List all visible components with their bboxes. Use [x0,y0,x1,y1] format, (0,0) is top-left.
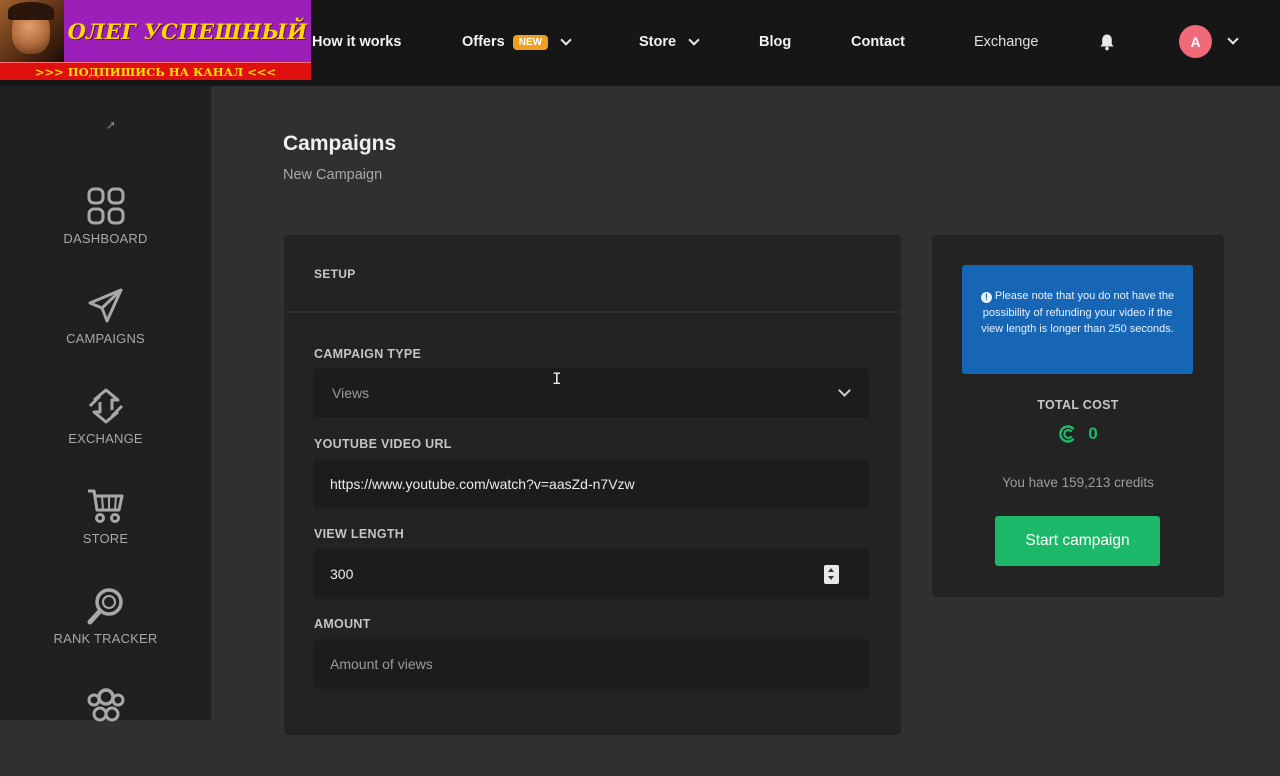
amount-placeholder: Amount of views [330,656,433,672]
chevron-down-icon [838,384,851,397]
sidebar-item-label: DASHBOARD [63,231,148,246]
sidebar-item-label: STORE [82,531,129,546]
paper-plane-icon [88,288,122,323]
amount-input[interactable]: Amount of views [314,639,869,689]
users-icon [87,688,124,722]
sidebar-item-dashboard[interactable]: DASHBOARD [0,186,211,276]
refund-notice: ! Please note that you do not have the po… [962,265,1193,374]
banner-subtitle: >>> ПОДПИШИСЬ НА КАНАЛ <<< [0,62,311,80]
setup-title: SETUP [314,267,356,281]
total-cost-label: TOTAL COST [1037,398,1119,412]
sidebar-item-rank-tracker[interactable]: RANK TRACKER [0,586,211,676]
exchange-icon [88,388,123,424]
avatar[interactable]: A [1179,25,1212,58]
sidebar-item-label: CAMPAIGNS [66,331,145,346]
setup-panel: SETUP CAMPAIGN TYPE Views YOUTUBE VIDEO … [284,235,901,735]
video-url-input[interactable]: https://www.youtube.com/watch?v=aasZd-n7… [314,459,869,509]
nav-contact-label: Contact [851,34,905,50]
sidebar-item-campaigns[interactable]: CAMPAIGNS [0,286,211,376]
refund-notice-text: Please note that you do not have the pos… [981,290,1175,335]
nav-exchange-label: Exchange [974,34,1039,50]
total-cost: 0 [932,424,1224,444]
total-cost-value: 0 [1088,424,1098,443]
view-length-input[interactable]: 300 [314,549,869,599]
pin-icon[interactable]: ➚ [106,118,116,132]
view-length-value: 300 [330,566,354,582]
nav-offers[interactable]: Offers NEW [462,32,572,52]
campaign-type-value: Views [332,385,370,401]
campaign-type-select[interactable]: Views [314,368,869,418]
cost-card: ! Please note that you do not have the po… [932,235,1224,597]
nav-exchange[interactable]: Exchange [974,32,1039,52]
sidebar-item-label: RANK TRACKER [53,631,158,646]
page-subtitle: New Campaign [283,167,383,183]
sidebar-item-partial[interactable] [0,686,211,776]
magnifier-icon [87,588,123,625]
text-cursor-icon: I [552,369,562,388]
amount-label: AMOUNT [314,617,371,631]
page-title: Campaigns [283,132,397,155]
nav-offers-label: Offers [462,34,505,50]
dashboard-icon [87,187,124,225]
credits-icon [1059,425,1075,443]
cart-icon [87,489,123,523]
top-navbar: ОЛЕГ УСПЕШНЫЙ >>> ПОДПИШИСЬ НА КАНАЛ <<<… [0,0,1280,86]
credits-balance: You have 159,213 credits [1002,475,1154,490]
nav-store[interactable]: Store [639,32,700,52]
info-icon: ! [980,292,992,303]
nav-how-it-works[interactable]: How it works [312,32,401,52]
nav-store-label: Store [639,34,677,50]
bell-icon[interactable] [1099,33,1115,51]
presenter-photo [0,0,64,62]
channel-banner: ОЛЕГ УСПЕШНЫЙ >>> ПОДПИШИСЬ НА КАНАЛ <<< [0,0,311,80]
view-length-label: VIEW LENGTH [314,527,405,541]
sidebar-item-exchange[interactable]: EXCHANGE [0,386,211,476]
nav-blog-label: Blog [759,34,792,50]
chevron-down-icon [560,34,572,46]
nav-blog[interactable]: Blog [759,32,791,52]
nav-contact[interactable]: Contact [851,32,905,52]
sidebar-item-label: EXCHANGE [68,431,143,446]
campaign-type-label: CAMPAIGN TYPE [314,347,422,361]
video-url-value: https://www.youtube.com/watch?v=aasZd-n7… [330,476,635,492]
sidebar-item-store[interactable]: STORE [0,486,211,576]
new-badge: NEW [512,34,549,50]
banner-title: ОЛЕГ УСПЕШНЫЙ [67,18,308,44]
start-campaign-button[interactable]: Start campaign [995,516,1160,566]
chevron-down-icon[interactable] [1227,33,1239,45]
chevron-down-icon [688,34,700,46]
video-url-label: YOUTUBE VIDEO URL [314,437,452,451]
setup-header: SETUP [284,235,901,313]
nav-how-it-works-label: How it works [312,34,402,50]
number-stepper[interactable] [824,565,839,584]
sidebar: ➚ DASHBOARD CAMPAIGNS EXCHANGE STORE RAN… [0,86,211,722]
